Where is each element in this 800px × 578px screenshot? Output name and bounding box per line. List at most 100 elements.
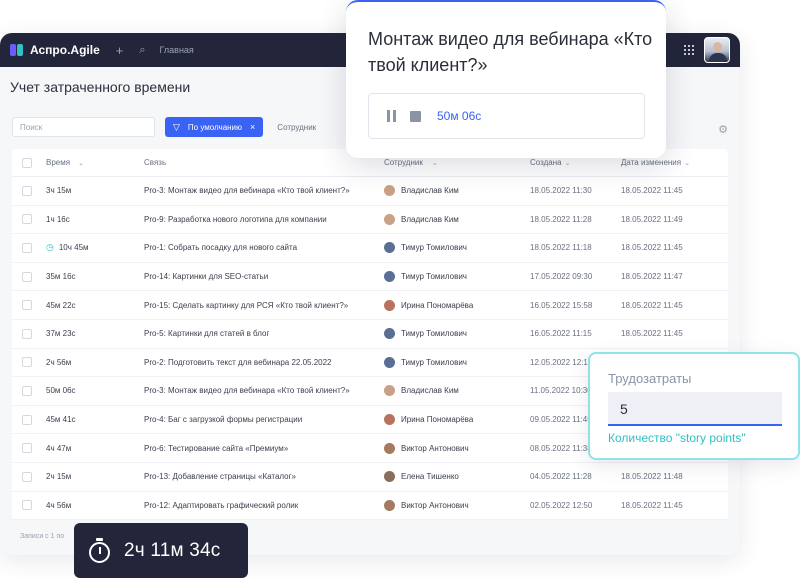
row-checkbox[interactable]	[22, 471, 32, 482]
filter-employee[interactable]: Сотрудник	[277, 123, 316, 132]
avatar	[384, 385, 395, 397]
cell-link[interactable]: Pro-6: Тестирование сайта «Премиум»	[144, 444, 384, 453]
col-time[interactable]: Время ⌄	[46, 158, 144, 167]
cell-created: 16.05.2022 15:58	[530, 300, 593, 310]
cell-changed: 18.05.2022 11:45	[621, 186, 683, 196]
task-title: Монтаж видео для вебинара «Кто твой клие…	[368, 29, 653, 75]
employee-name: Владислав Ким	[401, 186, 459, 196]
employee-name: Виктор Антонович	[401, 443, 469, 453]
user-avatar[interactable]	[704, 37, 730, 63]
employee-name: Ирина Пономарёва	[401, 415, 474, 425]
pause-icon[interactable]	[387, 110, 396, 122]
cell-created: 18.05.2022 11:18	[530, 243, 592, 253]
table-row[interactable]: 35м 16с Pro-14: Картинки для SEO-статьи Ти…	[12, 263, 728, 292]
cell-changed: 18.05.2022 11:45	[621, 300, 683, 310]
time-value: 4ч 56м	[46, 500, 72, 510]
avatar	[384, 442, 395, 454]
story-points-hint: Количество "story points"	[608, 431, 746, 445]
employee-name: Тимур Томилович	[401, 357, 467, 367]
search-icon[interactable]: ⌕	[139, 44, 145, 57]
table-row[interactable]: 45м 22с Pro-15: Сделать картинку для РСЯ …	[12, 291, 728, 320]
cell-employee: Тимур Томилович	[384, 271, 530, 283]
nav-home[interactable]: Главная	[160, 45, 194, 55]
story-points-input[interactable]: 5	[608, 392, 782, 426]
row-checkbox[interactable]	[22, 357, 32, 368]
cell-link[interactable]: Pro-2: Подготовить текст для вебинара 22…	[144, 358, 384, 367]
cell-link[interactable]: Pro-4: Баг с загрузкой формы регистрации	[144, 415, 384, 424]
row-checkbox[interactable]	[22, 185, 32, 196]
row-checkbox[interactable]	[22, 443, 32, 454]
filter-chip-default[interactable]: ▽ По умолчанию ×	[165, 117, 264, 137]
cell-created: 16.05.2022 11:15	[530, 329, 592, 339]
table-row[interactable]: 2ч 15м Pro-13: Добавление страницы «Катал…	[12, 463, 728, 492]
time-value: 45м 22с	[46, 300, 76, 310]
table-row[interactable]: 3ч 15м Pro-3: Монтаж видео для вебинара «…	[12, 177, 728, 206]
row-checkbox[interactable]	[22, 500, 32, 511]
row-checkbox[interactable]	[22, 328, 32, 339]
brand-logo[interactable]: Аспро.Agile	[10, 43, 100, 57]
timer-controls: 50м 06с	[368, 93, 645, 139]
table-row[interactable]: ◷ 10ч 45м Pro-1: Собрать посадку для новог…	[12, 234, 728, 263]
table-row[interactable]: 4ч 56м Pro-12: Адаптировать графический р…	[12, 492, 728, 521]
cell-employee: Тимур Томилович	[384, 356, 530, 368]
cell-link[interactable]: Pro-13: Добавление страницы «Каталог»	[144, 472, 384, 481]
cell-link[interactable]: Pro-3: Монтаж видео для вебинара «Кто тв…	[144, 386, 384, 395]
time-value: 35м 16с	[46, 272, 76, 282]
col-employee[interactable]: Сотрудник ⌄	[384, 158, 530, 167]
time-value: 37м 23с	[46, 329, 76, 339]
cell-time: 37м 23с	[46, 329, 144, 338]
cell-link[interactable]: Pro-12: Адаптировать графический ролик	[144, 501, 384, 510]
employee-name: Владислав Ким	[401, 214, 459, 224]
filter-bar: Поиск ▽ По умолчанию × Сотрудник	[12, 117, 316, 137]
story-points-label: Трудозатраты	[608, 371, 692, 386]
plus-icon[interactable]: +	[116, 43, 124, 58]
col-created[interactable]: Создана ⌄	[530, 158, 621, 167]
cell-link[interactable]: Pro-15: Сделать картинку для РСЯ «Кто тв…	[144, 301, 384, 310]
row-checkbox[interactable]	[22, 300, 32, 311]
col-changed[interactable]: Дата изменения ⌄	[621, 158, 721, 167]
apps-grid-icon[interactable]	[684, 45, 694, 55]
select-all-checkbox[interactable]	[22, 157, 32, 168]
timer-value: 50м 06с	[437, 109, 482, 123]
stop-icon[interactable]	[410, 110, 421, 122]
close-icon[interactable]: ×	[250, 122, 255, 132]
employee-name: Елена Тишенко	[401, 472, 459, 482]
time-value: 1ч 16с	[46, 214, 70, 224]
time-value: 10ч 45м	[58, 243, 89, 253]
cell-link[interactable]: Pro-14: Картинки для SEO-статьи	[144, 272, 384, 281]
search-input[interactable]: Поиск	[12, 117, 155, 137]
cell-link[interactable]: Pro-1: Собрать посадку для нового сайта	[144, 243, 384, 252]
timer-running-icon[interactable]: ◷	[46, 242, 54, 253]
row-checkbox[interactable]	[22, 414, 32, 425]
cell-changed: 18.05.2022 11:47	[621, 272, 683, 282]
cell-changed: 18.05.2022 11:45	[621, 329, 683, 339]
cell-created: 18.05.2022 11:30	[530, 186, 592, 196]
avatar	[384, 299, 395, 311]
cell-link[interactable]: Pro-9: Разработка нового логотипа для ко…	[144, 215, 384, 224]
employee-name: Владислав Ким	[401, 386, 459, 396]
cell-link[interactable]: Pro-3: Монтаж видео для вебинара «Кто тв…	[144, 186, 384, 195]
col-link[interactable]: Связь	[144, 158, 384, 167]
table-row[interactable]: 37м 23с Pro-5: Картинки для статей в блог…	[12, 320, 728, 349]
cell-employee: Владислав Ким	[384, 385, 530, 397]
employee-name: Ирина Пономарёва	[401, 300, 474, 310]
cell-time: 4ч 56м	[46, 501, 144, 510]
avatar	[384, 499, 395, 511]
total-time-value: 2ч 11м 34с	[124, 539, 221, 561]
row-checkbox[interactable]	[22, 385, 32, 396]
total-time-badge: 2ч 11м 34с	[74, 523, 248, 578]
table-body: 3ч 15м Pro-3: Монтаж видео для вебинара «…	[12, 177, 728, 521]
row-checkbox[interactable]	[22, 242, 32, 253]
cell-time: 50м 06с	[46, 386, 144, 395]
row-checkbox[interactable]	[22, 214, 32, 225]
gear-icon[interactable]: ⚙	[718, 123, 728, 136]
col-changed-label: Дата изменения	[621, 158, 682, 167]
row-checkbox[interactable]	[22, 271, 32, 282]
time-value: 45м 41с	[46, 415, 76, 425]
chevron-down-icon: ⌄	[78, 159, 84, 167]
top-bar-right	[684, 37, 730, 63]
table-row[interactable]: 1ч 16с Pro-9: Разработка нового логотипа …	[12, 206, 728, 235]
cell-link[interactable]: Pro-5: Картинки для статей в блог	[144, 329, 384, 338]
cell-time: 3ч 15м	[46, 186, 144, 195]
employee-name: Виктор Антонович	[401, 500, 469, 510]
